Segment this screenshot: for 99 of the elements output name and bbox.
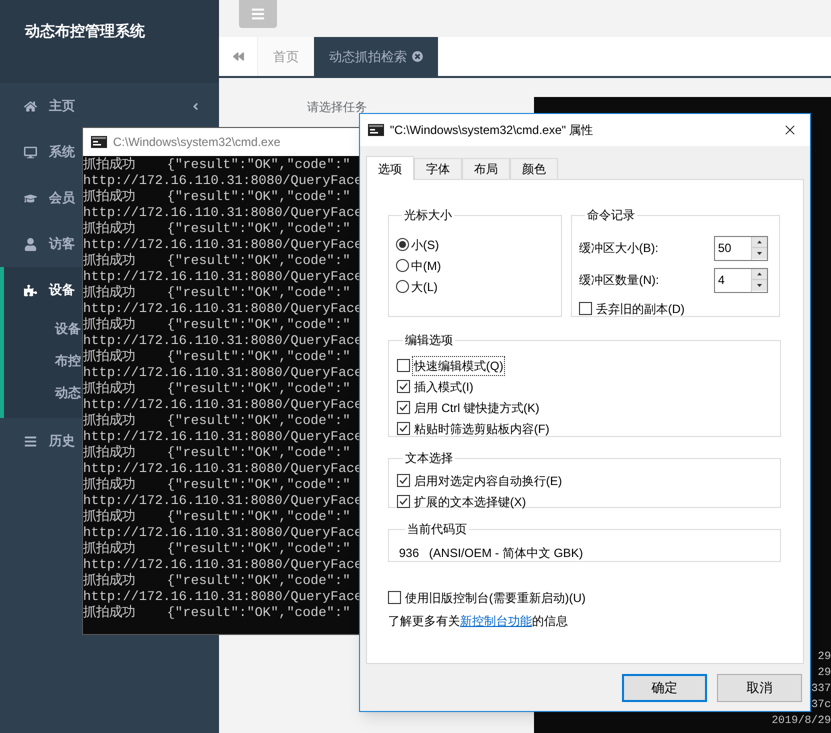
app-title: 动态布控管理系统 xyxy=(25,23,145,40)
monitor-icon xyxy=(24,146,37,158)
menu-item[interactable]: 历史 xyxy=(0,418,80,464)
menu-item[interactable]: 系统 xyxy=(0,129,80,175)
console-line: http://172.16.110.31:8080/QueryFace xyxy=(83,525,364,541)
puzzle-icon xyxy=(24,284,37,296)
checkbox[interactable] xyxy=(397,359,410,372)
number-spinner[interactable]: 4 xyxy=(714,268,768,292)
console-line: http://172.16.110.31:8080/QueryFace xyxy=(83,429,364,445)
dialog-tab[interactable]: 字体 xyxy=(414,158,462,179)
menu-icon xyxy=(251,7,265,21)
dialog-title: "C:\Windows\system32\cmd.exe" 属性 xyxy=(390,122,594,139)
console-line: 抓拍成功 {"result":"OK","code":" xyxy=(83,477,352,493)
checkbox[interactable] xyxy=(397,422,410,435)
info-text: 了解更多有关新控制台功能的信息 xyxy=(388,613,569,630)
group-title: 编辑选项 xyxy=(404,332,454,349)
console-line: http://172.16.110.31:8080/QueryFace xyxy=(83,205,364,221)
checkbox[interactable] xyxy=(397,401,410,414)
console-line: 抓拍成功 {"result":"OK","code":" xyxy=(83,253,352,269)
radio-button[interactable] xyxy=(396,259,409,272)
user-icon xyxy=(24,238,37,250)
console-line: http://172.16.110.31:8080/QueryFace xyxy=(83,397,364,413)
dialog-button[interactable]: 确定 xyxy=(622,674,707,702)
home-icon xyxy=(24,100,37,112)
checkbox-label[interactable]: 扩展的文本选择键(X) xyxy=(413,492,527,510)
submenu-item[interactable]: 动态 xyxy=(4,377,82,409)
console-line: http://172.16.110.31:8080/QueryFace xyxy=(83,365,364,381)
console-line: http://172.16.110.31:8080/QueryFace xyxy=(83,557,364,573)
radio-button[interactable] xyxy=(396,238,409,251)
console-icon xyxy=(368,124,384,136)
console-line: http://172.16.110.31:8080/QueryFace xyxy=(83,269,364,285)
console-line: http://172.16.110.31:8080/QueryFace xyxy=(83,333,364,349)
console-line: 抓拍成功 {"result":"OK","code":" xyxy=(83,605,352,621)
menu-item[interactable]: 主页 xyxy=(0,83,219,129)
checkbox[interactable] xyxy=(397,495,410,508)
console-line: 抓拍成功 {"result":"OK","code":" xyxy=(83,157,352,173)
dialog-tab[interactable]: 选项 xyxy=(366,156,414,180)
checkbox[interactable] xyxy=(397,474,410,487)
console-line: 37c xyxy=(811,698,831,713)
console-line: http://172.16.110.31:8080/QueryFace xyxy=(83,237,364,253)
checkbox-label[interactable]: 启用对选定内容自动换行(E) xyxy=(413,472,563,490)
group-title: 文本选择 xyxy=(404,450,454,467)
window-title: C:\Windows\system32\cmd.exe xyxy=(113,134,280,151)
checkbox-label[interactable]: 启用 Ctrl 键快捷方式(K) xyxy=(413,398,540,416)
group-title: 当前代码页 xyxy=(406,521,468,538)
console-line: 抓拍成功 {"result":"OK","code":" xyxy=(83,413,352,429)
console-line: 抓拍成功 {"result":"OK","code":" xyxy=(83,317,352,333)
dialog-button[interactable]: 取消 xyxy=(717,674,802,702)
console-line: 29 xyxy=(818,650,831,665)
checkbox[interactable] xyxy=(579,302,592,315)
checkbox[interactable] xyxy=(388,591,401,604)
checkbox-label[interactable]: 使用旧版控制台(需要重新启动)(U) xyxy=(404,588,587,606)
task-prompt: 请选择任务 xyxy=(307,100,367,114)
dialog-tab[interactable]: 颜色 xyxy=(510,158,558,179)
page-tab[interactable]: 动态抓拍检索 xyxy=(314,37,438,76)
console-line: 抓拍成功 {"result":"OK","code":" xyxy=(83,221,352,237)
console-line: 337 xyxy=(811,682,831,697)
checkbox-label[interactable]: 插入模式(I) xyxy=(413,378,474,396)
code-page-value: 936 (ANSI/OEM - 简体中文 GBK) xyxy=(399,546,584,560)
submenu-item[interactable]: 布控 xyxy=(4,345,82,377)
checkbox-label[interactable]: 粘贴时筛选剪贴板内容(F) xyxy=(413,420,550,438)
console-line: 抓拍成功 {"result":"OK","code":" xyxy=(83,509,352,525)
console-line: http://172.16.110.31:8080/QueryFace xyxy=(83,589,364,605)
checkbox-label[interactable]: 快速编辑模式(Q) xyxy=(413,356,504,374)
console-line: 抓拍成功 {"result":"OK","code":" xyxy=(83,349,352,365)
checkbox[interactable] xyxy=(397,380,410,393)
console-icon xyxy=(91,136,107,148)
console-line: http://172.16.110.31:8080/QueryFace xyxy=(83,173,364,189)
menu-item[interactable]: 设备 xyxy=(4,267,84,313)
radio-label[interactable]: 中(M) xyxy=(411,256,441,274)
console-line: 2019/8/29 xyxy=(772,714,831,729)
console-line: 抓拍成功 {"result":"OK","code":" xyxy=(83,285,352,301)
double-left-icon xyxy=(232,51,244,62)
console-line: 29 xyxy=(818,666,831,681)
console-line: 抓拍成功 {"result":"OK","code":" xyxy=(83,541,352,557)
group-title: 命令记录 xyxy=(586,207,636,224)
console-line: 抓拍成功 {"result":"OK","code":" xyxy=(83,381,352,397)
close-icon xyxy=(412,51,423,62)
console-line: http://172.16.110.31:8080/QueryFace xyxy=(83,461,364,477)
number-spinner[interactable]: 50 xyxy=(714,236,768,260)
submenu-item[interactable]: 设备 xyxy=(4,313,82,345)
graduation-cap-icon xyxy=(24,192,37,204)
console-line: http://172.16.110.31:8080/QueryFace xyxy=(83,301,364,317)
menu-item[interactable]: 访客 xyxy=(0,221,80,267)
field-label: 缓冲区数量(N): xyxy=(579,272,659,289)
radio-label[interactable]: 小(S) xyxy=(411,236,439,254)
checkbox-label[interactable]: 丢弃旧的副本(D) xyxy=(595,300,686,318)
console-line: 抓拍成功 {"result":"OK","code":" xyxy=(83,189,352,205)
list-icon xyxy=(24,434,37,448)
field-label: 缓冲区大小(B): xyxy=(579,240,658,257)
new-console-features-link[interactable]: 新控制台功能 xyxy=(460,614,532,628)
dialog-tab[interactable]: 布局 xyxy=(462,158,510,179)
console-line: http://172.16.110.31:8080/QueryFace xyxy=(83,493,364,509)
menu-item[interactable]: 会员 xyxy=(0,175,80,221)
console-line: 抓拍成功 {"result":"OK","code":" xyxy=(83,445,352,461)
group-title: 光标大小 xyxy=(403,207,453,224)
radio-label[interactable]: 大(L) xyxy=(411,278,438,296)
console-line: 抓拍成功 {"result":"OK","code":" xyxy=(83,573,352,589)
radio-button[interactable] xyxy=(396,280,409,293)
